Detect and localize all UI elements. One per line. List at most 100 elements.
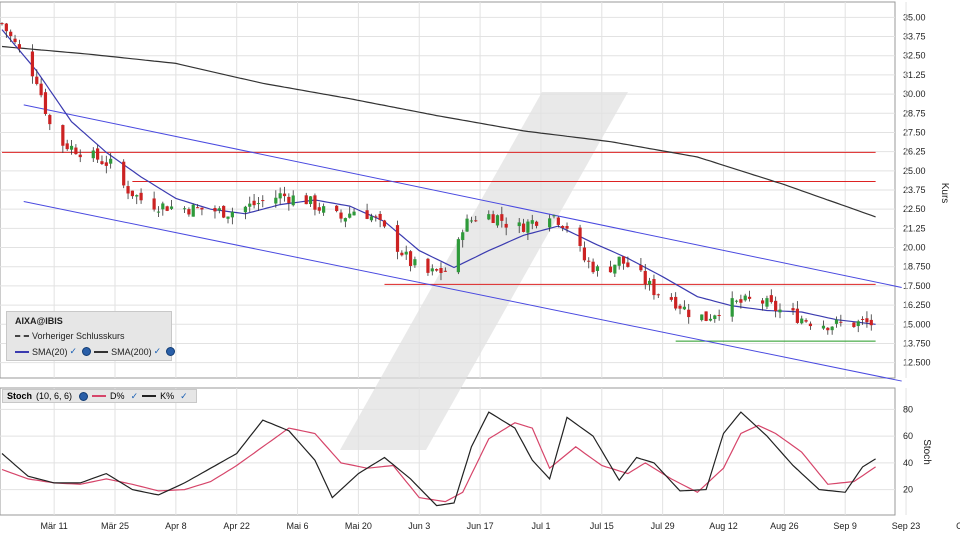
candle-down <box>61 125 65 146</box>
candle-up <box>430 268 434 272</box>
candle-up <box>413 259 417 266</box>
x-tick-label: Mai 20 <box>345 521 372 531</box>
x-tick-label: Mär 25 <box>101 521 129 531</box>
candle-down <box>304 195 308 205</box>
dashed-line-icon <box>15 335 29 337</box>
candle-down <box>213 208 217 212</box>
candle-down <box>443 270 447 272</box>
candle-up <box>135 195 139 197</box>
price-tick-label: 15.000 <box>903 319 931 329</box>
candle-down <box>656 294 660 296</box>
candle-down <box>704 311 708 321</box>
candle-down <box>652 279 656 296</box>
x-tick-label: Sep 9 <box>833 521 857 531</box>
check-icon[interactable]: ✓ <box>131 391 139 402</box>
candle-up <box>800 318 804 324</box>
candle-up <box>765 298 769 307</box>
stoch-params: (10, 6, 6) <box>36 391 73 401</box>
candle-down <box>561 225 565 228</box>
candle-down <box>869 319 873 326</box>
price-tick-label: 16.250 <box>903 300 931 310</box>
candle-down <box>587 260 591 262</box>
candle-down <box>48 115 52 125</box>
check-icon[interactable]: ✓ <box>180 391 188 402</box>
candle-up <box>530 220 534 224</box>
candle-down <box>556 217 560 225</box>
candle-down <box>0 23 4 25</box>
candle-down <box>126 186 130 194</box>
main-legend: AIXA@IBIS Vorheriger Schlusskurs SMA(20)… <box>6 311 176 361</box>
stoch-legend: Stoch (10, 6, 6) D% ✓ K% ✓ <box>2 389 197 403</box>
candle-up <box>465 218 469 232</box>
candle-down <box>500 214 504 221</box>
candle-down <box>104 162 108 166</box>
x-tick-label: Mai 6 <box>287 521 309 531</box>
gear-icon[interactable] <box>82 347 92 356</box>
candle-down <box>804 320 808 322</box>
candle-up <box>456 239 460 273</box>
candle-down <box>582 247 587 261</box>
candle-down <box>769 295 773 303</box>
candle-up <box>169 206 174 209</box>
candle-down <box>747 296 752 299</box>
candle-up <box>243 206 247 213</box>
candle-down <box>426 258 430 273</box>
candle-down <box>860 318 865 320</box>
candle-down <box>865 318 869 323</box>
symbol-label: AIXA@IBIS <box>15 316 63 326</box>
price-tick-label: 17.500 <box>903 281 931 291</box>
x-tick-label: Jul 29 <box>651 521 675 531</box>
candle-up <box>821 325 826 329</box>
price-axis-label: Kurs <box>939 183 950 204</box>
sma20-label: SMA(20) <box>32 346 68 357</box>
candle-down <box>608 266 613 273</box>
candle-up <box>278 193 282 199</box>
candle-down <box>317 207 321 211</box>
candle-up <box>617 256 621 266</box>
candle-down <box>187 209 191 215</box>
candle-up <box>69 145 74 150</box>
gear-icon[interactable] <box>79 391 89 401</box>
candle-up <box>487 214 491 220</box>
candle-down <box>35 76 39 84</box>
chart-canvas: 35.0033.7532.5031.2530.0028.7527.5026.25… <box>0 1 960 531</box>
check-icon[interactable]: ✓ <box>70 346 78 357</box>
candle-down <box>335 205 339 212</box>
candle-down <box>435 269 439 271</box>
candle-down <box>717 315 721 317</box>
stoch-tick-label: 40 <box>903 458 913 468</box>
candle-up <box>191 204 195 217</box>
candle-down <box>565 226 569 229</box>
candle-down <box>139 192 143 201</box>
candle-up <box>743 295 747 301</box>
x-tick-label: Aug 26 <box>770 521 799 531</box>
candle-up <box>369 216 374 221</box>
candle-down <box>521 223 526 232</box>
candle-up <box>91 150 95 159</box>
x-tick-label: Sep 23 <box>892 521 921 531</box>
legend-prev-close: Vorheriger Schlusskurs <box>15 331 125 341</box>
candle-down <box>282 193 287 197</box>
candle-down <box>826 327 830 331</box>
stoch-name: Stoch <box>7 391 33 401</box>
candle-down <box>378 213 382 220</box>
d-label: D% <box>110 391 125 401</box>
stoch-axis-label: Stoch <box>921 439 932 465</box>
candle-up <box>526 221 530 233</box>
candle-down <box>339 212 343 219</box>
gear-icon[interactable] <box>166 347 176 356</box>
candle-up <box>713 315 717 320</box>
candle-down <box>30 51 35 77</box>
x-tick-label: Jun 17 <box>467 521 494 531</box>
candle-up <box>109 158 113 164</box>
check-icon[interactable]: ✓ <box>154 346 162 357</box>
candle-down <box>252 200 256 206</box>
candle-down <box>17 44 21 49</box>
sma200-swatch-icon <box>94 350 109 353</box>
candle-down <box>13 38 17 43</box>
candle-up <box>708 318 713 321</box>
candle-down <box>774 300 778 312</box>
candle-up <box>248 203 252 207</box>
candle-down <box>639 265 643 271</box>
sma20-swatch-icon <box>15 350 29 353</box>
